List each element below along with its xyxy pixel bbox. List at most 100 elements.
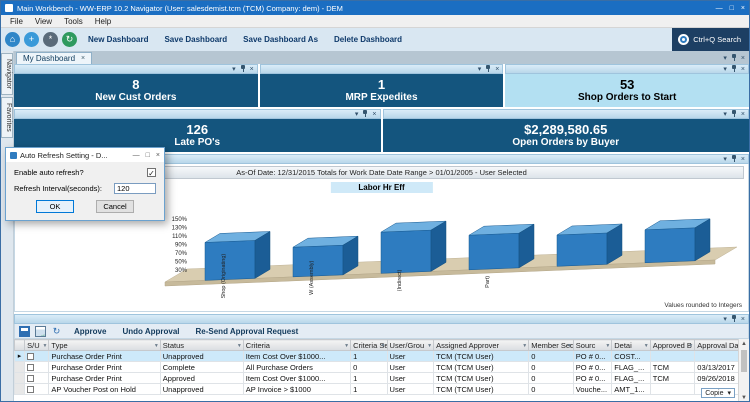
collapse-caret-icon[interactable]: ▾ [232, 66, 236, 73]
tab-my-dashboard[interactable]: My Dashboard × [16, 52, 92, 64]
tile-body-shop-orders-to-start[interactable]: 53Shop Orders to Start [505, 74, 749, 107]
cancel-button[interactable]: Cancel [96, 200, 134, 213]
col-criteria[interactable]: Criteria▼ [243, 340, 350, 351]
tile-body-new-cust-orders[interactable]: 8New Cust Orders [14, 74, 258, 107]
collapse-caret-icon[interactable]: ▾ [723, 111, 727, 118]
panel-close-icon[interactable]: × [741, 316, 745, 323]
pin-icon[interactable] [731, 54, 737, 62]
toolbar-button-delete-dashboard[interactable]: Delete Dashboard [327, 35, 409, 44]
approvals-button-approve[interactable]: Approve [67, 327, 113, 336]
collapse-caret-icon[interactable]: ▾ [723, 156, 727, 163]
scroll-down-icon[interactable]: ▼ [739, 393, 749, 402]
panel-close-icon[interactable]: × [372, 111, 376, 118]
filter-icon[interactable]: ▼ [154, 343, 159, 349]
cell-select[interactable] [25, 384, 49, 395]
collapse-caret-icon[interactable]: ▾ [355, 111, 359, 118]
col-detai[interactable]: Detai▼ [612, 340, 650, 351]
row-checkbox[interactable] [27, 386, 34, 393]
filter-icon[interactable]: ▼ [605, 343, 610, 349]
home-icon[interactable]: ⌂ [5, 32, 20, 47]
cell-select[interactable] [25, 373, 49, 384]
panel-close-icon[interactable]: × [741, 55, 745, 62]
settings-gear-icon[interactable]: * [43, 32, 58, 47]
sidebar-tab-favorites[interactable]: Favorites [1, 97, 13, 138]
toolbar-button-save-dashboard[interactable]: Save Dashboard [157, 35, 234, 44]
scroll-up-icon[interactable]: ▲ [739, 339, 749, 349]
filter-icon[interactable]: ▼ [567, 343, 572, 349]
col-status[interactable]: Status▼ [160, 340, 243, 351]
approvals-button-undo-approval[interactable]: Undo Approval [115, 327, 186, 336]
scroll-thumb[interactable] [741, 350, 747, 372]
pin-icon[interactable] [731, 155, 737, 163]
maximize-button[interactable]: □ [730, 5, 734, 12]
filter-icon[interactable]: ▼ [522, 343, 527, 349]
export-grid-icon[interactable] [35, 326, 46, 337]
toolbar-button-new-dashboard[interactable]: New Dashboard [81, 35, 155, 44]
panel-close-icon[interactable]: × [250, 66, 254, 73]
refresh-grid-icon[interactable]: ↻ [51, 326, 62, 337]
copy-dropdown[interactable]: Copie ▾ [701, 388, 735, 398]
row-marker[interactable] [15, 373, 25, 384]
panel-close-icon[interactable]: × [741, 156, 745, 163]
row-checkbox[interactable] [27, 375, 34, 382]
quick-search[interactable]: Ctrl+Q Search [672, 28, 749, 51]
collapse-caret-icon[interactable]: ▾ [723, 316, 727, 323]
sidebar-tab-navigator[interactable]: Navigator [1, 53, 13, 95]
approvals-button-re-send-approval-request[interactable]: Re-Send Approval Request [189, 327, 306, 336]
col-s-u[interactable]: S/U▼ [25, 340, 49, 351]
cell-select[interactable] [25, 362, 49, 373]
col-member-seq[interactable]: Member Seq▼ [529, 340, 574, 351]
add-icon[interactable]: + [24, 32, 39, 47]
pin-icon[interactable] [731, 315, 737, 323]
toolbar-button-save-dashboard-as[interactable]: Save Dashboard As [236, 35, 325, 44]
tile-body-open-orders-by-buyer[interactable]: $2,289,580.65Open Orders by Buyer [383, 119, 750, 152]
refresh-icon[interactable]: ↻ [62, 32, 77, 47]
menu-file[interactable]: File [4, 17, 29, 26]
grid-scrollbar[interactable]: ▲ ▼ [738, 339, 749, 402]
tab-close-icon[interactable]: × [81, 55, 85, 62]
table-row[interactable]: ▸Purchase Order PrintUnapprovedItem Cost… [15, 351, 746, 362]
tile-body-mrp-expedites[interactable]: 1MRP Expedites [260, 74, 504, 107]
menu-tools[interactable]: Tools [58, 17, 89, 26]
col-sourc[interactable]: Sourc▼ [573, 340, 611, 351]
filter-icon[interactable]: ▼ [344, 343, 349, 349]
pin-icon[interactable] [362, 110, 368, 118]
row-marker[interactable] [15, 362, 25, 373]
pin-icon[interactable] [240, 65, 246, 73]
panel-close-icon[interactable]: × [741, 66, 745, 73]
pin-icon[interactable] [731, 65, 737, 73]
table-row[interactable]: Purchase Order PrintApprovedItem Cost Ov… [15, 373, 746, 384]
close-button[interactable]: × [741, 5, 745, 12]
row-checkbox[interactable] [27, 364, 34, 371]
filter-icon[interactable]: ▼ [427, 343, 432, 349]
menu-help[interactable]: Help [89, 17, 117, 26]
pin-icon[interactable] [731, 110, 737, 118]
collapse-caret-icon[interactable]: ▾ [723, 55, 727, 62]
panel-close-icon[interactable]: × [495, 66, 499, 73]
dialog-maximize-icon[interactable]: □ [146, 152, 150, 159]
col-type[interactable]: Type▼ [49, 340, 160, 351]
table-row[interactable]: Purchase Order PrintCompleteAll Purchase… [15, 362, 746, 373]
col-criteria-seq[interactable]: Criteria Seq▼ [351, 340, 387, 351]
save-icon[interactable] [19, 326, 30, 337]
panel-close-icon[interactable]: × [741, 111, 745, 118]
filter-icon[interactable]: ▼ [42, 343, 47, 349]
dialog-minimize-icon[interactable]: — [133, 152, 140, 159]
collapse-caret-icon[interactable]: ▾ [723, 66, 727, 73]
minimize-button[interactable]: — [716, 5, 723, 12]
pin-icon[interactable] [485, 65, 491, 73]
filter-icon[interactable]: ▼ [644, 343, 649, 349]
row-marker[interactable] [15, 384, 25, 395]
collapse-caret-icon[interactable]: ▾ [478, 66, 482, 73]
col-assigned-approver[interactable]: Assigned Approver▼ [434, 340, 529, 351]
row-marker[interactable]: ▸ [15, 351, 25, 362]
row-checkbox[interactable] [27, 353, 34, 360]
filter-icon[interactable]: ▼ [381, 343, 386, 349]
filter-icon[interactable]: ▼ [688, 343, 693, 349]
ok-button[interactable]: OK [36, 200, 74, 213]
table-row[interactable]: AP Voucher Post on HoldUnapprovedAP Invo… [15, 384, 746, 395]
col-approved-b[interactable]: Approved B▼ [650, 340, 695, 351]
refresh-interval-input[interactable] [114, 183, 156, 194]
dialog-close-icon[interactable]: × [156, 152, 160, 159]
enable-auto-refresh-checkbox[interactable]: ✓ [147, 168, 156, 177]
